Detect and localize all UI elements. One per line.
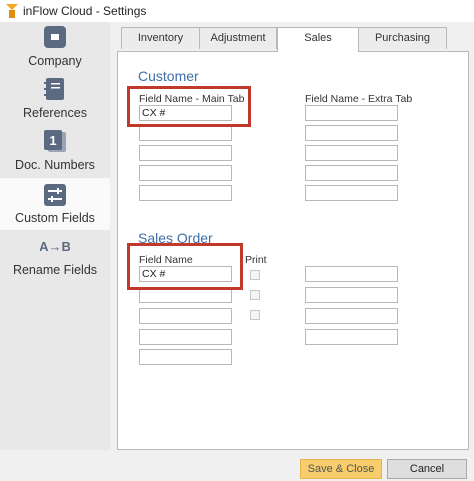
customer-main-field-2[interactable] (139, 125, 232, 141)
customer-main-tab-label: Field Name - Main Tab (139, 93, 245, 105)
customer-extra-field-5[interactable] (305, 185, 398, 201)
settings-tabs: Inventory Adjustment Sales Purchasing (117, 27, 469, 52)
sales-tab-panel: Customer Field Name - Main Tab Field Nam… (117, 51, 469, 450)
company-icon (44, 26, 66, 48)
customer-main-field-3[interactable] (139, 145, 232, 161)
customer-section-title: Customer (138, 68, 199, 84)
customer-main-field-1[interactable] (139, 105, 232, 121)
sales-order-field-1[interactable] (139, 266, 232, 282)
cancel-button[interactable]: Cancel (387, 459, 467, 479)
sales-order-extra-field-2[interactable] (305, 287, 398, 303)
tab-purchasing[interactable]: Purchasing (358, 27, 447, 49)
doc-numbers-icon: 1 (44, 130, 66, 152)
sidebar-item-rename-fields[interactable]: A→B Rename Fields (0, 230, 110, 282)
title-bar: inFlow Cloud - Settings (0, 0, 474, 22)
sales-order-extra-field-3[interactable] (305, 308, 398, 324)
window-title: inFlow Cloud - Settings (23, 4, 147, 18)
sidebar-item-references[interactable]: References (0, 74, 110, 126)
customer-extra-field-1[interactable] (305, 105, 398, 121)
sales-order-field-3[interactable] (139, 308, 232, 324)
sidebar-item-label: References (23, 106, 87, 120)
sidebar-item-label: Company (28, 54, 82, 68)
svg-text:A→B: A→B (40, 239, 70, 254)
save-close-button[interactable]: Save & Close (300, 459, 382, 479)
sales-order-field-4[interactable] (139, 329, 232, 345)
tab-sales[interactable]: Sales (277, 27, 359, 52)
inflow-logo-icon (6, 4, 18, 18)
references-icon (44, 78, 64, 100)
sales-order-field-name-label: Field Name (139, 254, 193, 266)
sales-order-print-label: Print (245, 254, 267, 266)
customer-extra-field-4[interactable] (305, 165, 398, 181)
sales-order-section-title: Sales Order (138, 230, 213, 246)
sales-order-field-5[interactable] (139, 349, 232, 365)
tab-inventory[interactable]: Inventory (121, 27, 200, 49)
customer-main-field-5[interactable] (139, 185, 232, 201)
sidebar-item-label: Custom Fields (15, 211, 95, 225)
custom-fields-icon (44, 184, 66, 206)
customer-extra-field-2[interactable] (305, 125, 398, 141)
customer-extra-field-3[interactable] (305, 145, 398, 161)
customer-extra-tab-label: Field Name - Extra Tab (305, 93, 413, 105)
print-checkbox-3[interactable] (250, 310, 260, 320)
tab-adjustment[interactable]: Adjustment (199, 27, 277, 49)
sidebar-item-doc-numbers[interactable]: 1 Doc. Numbers (0, 126, 110, 178)
svg-text:1: 1 (49, 133, 56, 148)
sales-order-extra-field-4[interactable] (305, 329, 398, 345)
sidebar-item-label: Rename Fields (12, 263, 98, 277)
customer-main-field-4[interactable] (139, 165, 232, 181)
sidebar-item-label: Doc. Numbers (15, 158, 95, 172)
print-checkbox-1[interactable] (250, 270, 260, 280)
sales-order-extra-field-1[interactable] (305, 266, 398, 282)
sales-order-field-2[interactable] (139, 287, 232, 303)
sidebar-item-custom-fields[interactable]: Custom Fields (0, 178, 110, 230)
print-checkbox-2[interactable] (250, 290, 260, 300)
sidebar-item-company[interactable]: Company (0, 22, 110, 74)
rename-fields-icon: A→B (40, 239, 70, 254)
settings-sidebar: Company References 1 Doc. Numbers Custom (0, 22, 110, 481)
